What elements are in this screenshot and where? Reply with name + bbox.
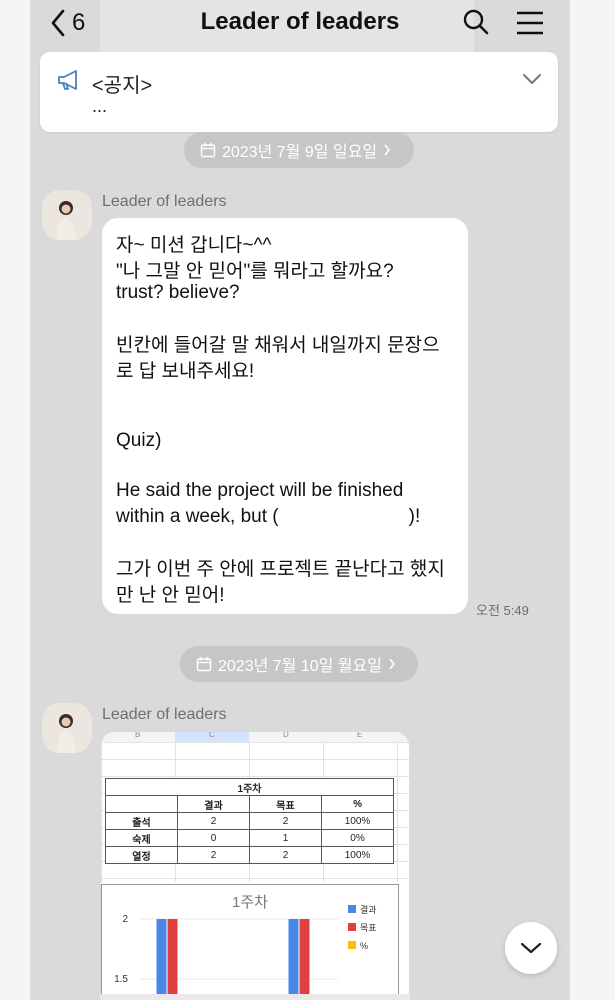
- notice-body: ...: [92, 96, 108, 116]
- table-cell: 2: [249, 812, 322, 830]
- menu-button[interactable]: [515, 10, 545, 41]
- chevron-right-icon: [389, 658, 395, 670]
- left-margin: [0, 0, 30, 1000]
- avatar[interactable]: [42, 703, 92, 753]
- bar: [156, 919, 167, 1000]
- megaphone-icon: [56, 68, 82, 97]
- calendar-icon: [200, 143, 216, 158]
- message-line: 그가 이번 주 안에 프로젝트 끝난다고 했지: [116, 559, 445, 580]
- column-letter: E: [357, 732, 363, 739]
- legend-label: 목표: [360, 923, 377, 933]
- date-label: 2023년 7월 10일 월요일: [218, 658, 382, 675]
- y-tick-label: 2: [122, 914, 128, 925]
- menu-icon: [517, 11, 543, 35]
- message-line: 빈칸에 들어갈 말 채워서 내일까지 문장으: [116, 335, 440, 356]
- calendar-icon: [196, 657, 212, 672]
- avatar[interactable]: [42, 190, 92, 240]
- notice-banner[interactable]: <공지> ...: [40, 52, 558, 132]
- table-row: 숙제 0 1 0%: [105, 829, 395, 847]
- bar: [299, 919, 310, 1000]
- chart-title: 1주차: [232, 894, 268, 911]
- next-message-edge: [100, 994, 410, 1000]
- bar: [288, 919, 299, 1000]
- table-cell: 출석: [105, 812, 178, 830]
- legend-swatch: [348, 923, 356, 931]
- image-attachment[interactable]: B C D E 1주차 결과 목표 % 출석 2 2 100% 숙제 0 1 0…: [101, 732, 409, 1000]
- column-header: 목표: [249, 795, 322, 813]
- data-table: 1주차 결과 목표 % 출석 2 2 100% 숙제 0 1 0% 열정 2 2…: [104, 778, 395, 864]
- date-divider[interactable]: 2023년 7월 9일 일요일: [184, 132, 414, 168]
- column-header: %: [320, 795, 395, 813]
- column-header: [105, 795, 178, 813]
- unread-count: 6: [72, 9, 86, 36]
- message-line: 자~ 미션 갑니다~^^: [116, 235, 272, 256]
- message-line: trust? believe?: [116, 282, 240, 303]
- table-cell: 2: [249, 846, 322, 864]
- chevron-right-icon: [384, 144, 391, 156]
- message-line: Quiz): [116, 430, 162, 451]
- chart-svg: 1주차 2 1.5 결과목표%: [114, 894, 377, 1000]
- search-button[interactable]: [462, 8, 490, 41]
- date-divider[interactable]: 2023년 7월 10일 월요일: [180, 646, 418, 682]
- legend-swatch: [348, 905, 356, 913]
- blank-prefix: within a week, but (: [116, 506, 279, 527]
- table-cell: 0: [177, 829, 250, 847]
- message-bubble[interactable]: 자~ 미션 갑니다~^^ "나 그말 안 믿어"를 뭐라고 할까요? trust…: [102, 218, 468, 614]
- table-row: 출석 2 2 100%: [105, 812, 395, 830]
- chat-header: 6 Leader of leaders: [0, 0, 615, 52]
- table-cell: 숙제: [105, 829, 178, 847]
- message-line: "나 그말 안 믿어"를 뭐라고 할까요?: [116, 261, 394, 282]
- legend-label: 결과: [360, 905, 377, 915]
- blank-suffix: )!: [408, 506, 421, 527]
- message-line: 만 난 안 믿어!: [116, 585, 225, 606]
- bar-chart: 1주차 2 1.5 결과목표%: [101, 884, 399, 1000]
- column-letter: C: [209, 732, 215, 739]
- message-line-blank: within a week, but ()!: [116, 506, 420, 528]
- chevron-down-icon[interactable]: [522, 72, 542, 91]
- message-line: 로 답 보내주세요!: [116, 361, 255, 382]
- search-icon: [463, 9, 489, 35]
- scroll-to-bottom-button[interactable]: [505, 922, 557, 974]
- y-tick-label: 1.5: [114, 974, 128, 985]
- table-cell: 100%: [320, 846, 395, 864]
- column-header: 결과: [177, 795, 250, 813]
- message-time: 오전 5:49: [476, 603, 529, 618]
- date-label: 2023년 7월 9일 일요일: [222, 144, 378, 161]
- bar: [167, 919, 178, 1000]
- column-letter: D: [283, 732, 289, 739]
- sender-name: Leader of leaders: [102, 193, 227, 210]
- notice-title: <공지>: [92, 75, 153, 97]
- legend-label: %: [360, 941, 368, 951]
- table-cell: 0%: [320, 829, 395, 847]
- table-cell: 2: [177, 846, 250, 864]
- table-row: 열정 2 2 100%: [105, 846, 395, 864]
- right-margin: [570, 0, 615, 1000]
- legend-swatch: [348, 941, 356, 949]
- table-cell: 1: [249, 829, 322, 847]
- chevron-down-icon: [520, 942, 542, 954]
- chevron-left-icon: [51, 9, 65, 37]
- chat-title: Leader of leaders: [200, 8, 400, 35]
- sender-name: Leader of leaders: [102, 706, 227, 723]
- message-line: He said the project will be finished: [116, 480, 404, 501]
- table-cell: 2: [177, 812, 250, 830]
- table-caption: 1주차: [104, 778, 395, 796]
- table-cell: 열정: [105, 846, 178, 864]
- column-letter: B: [135, 732, 141, 739]
- table-cell: 100%: [320, 812, 395, 830]
- back-button[interactable]: 6: [50, 6, 85, 40]
